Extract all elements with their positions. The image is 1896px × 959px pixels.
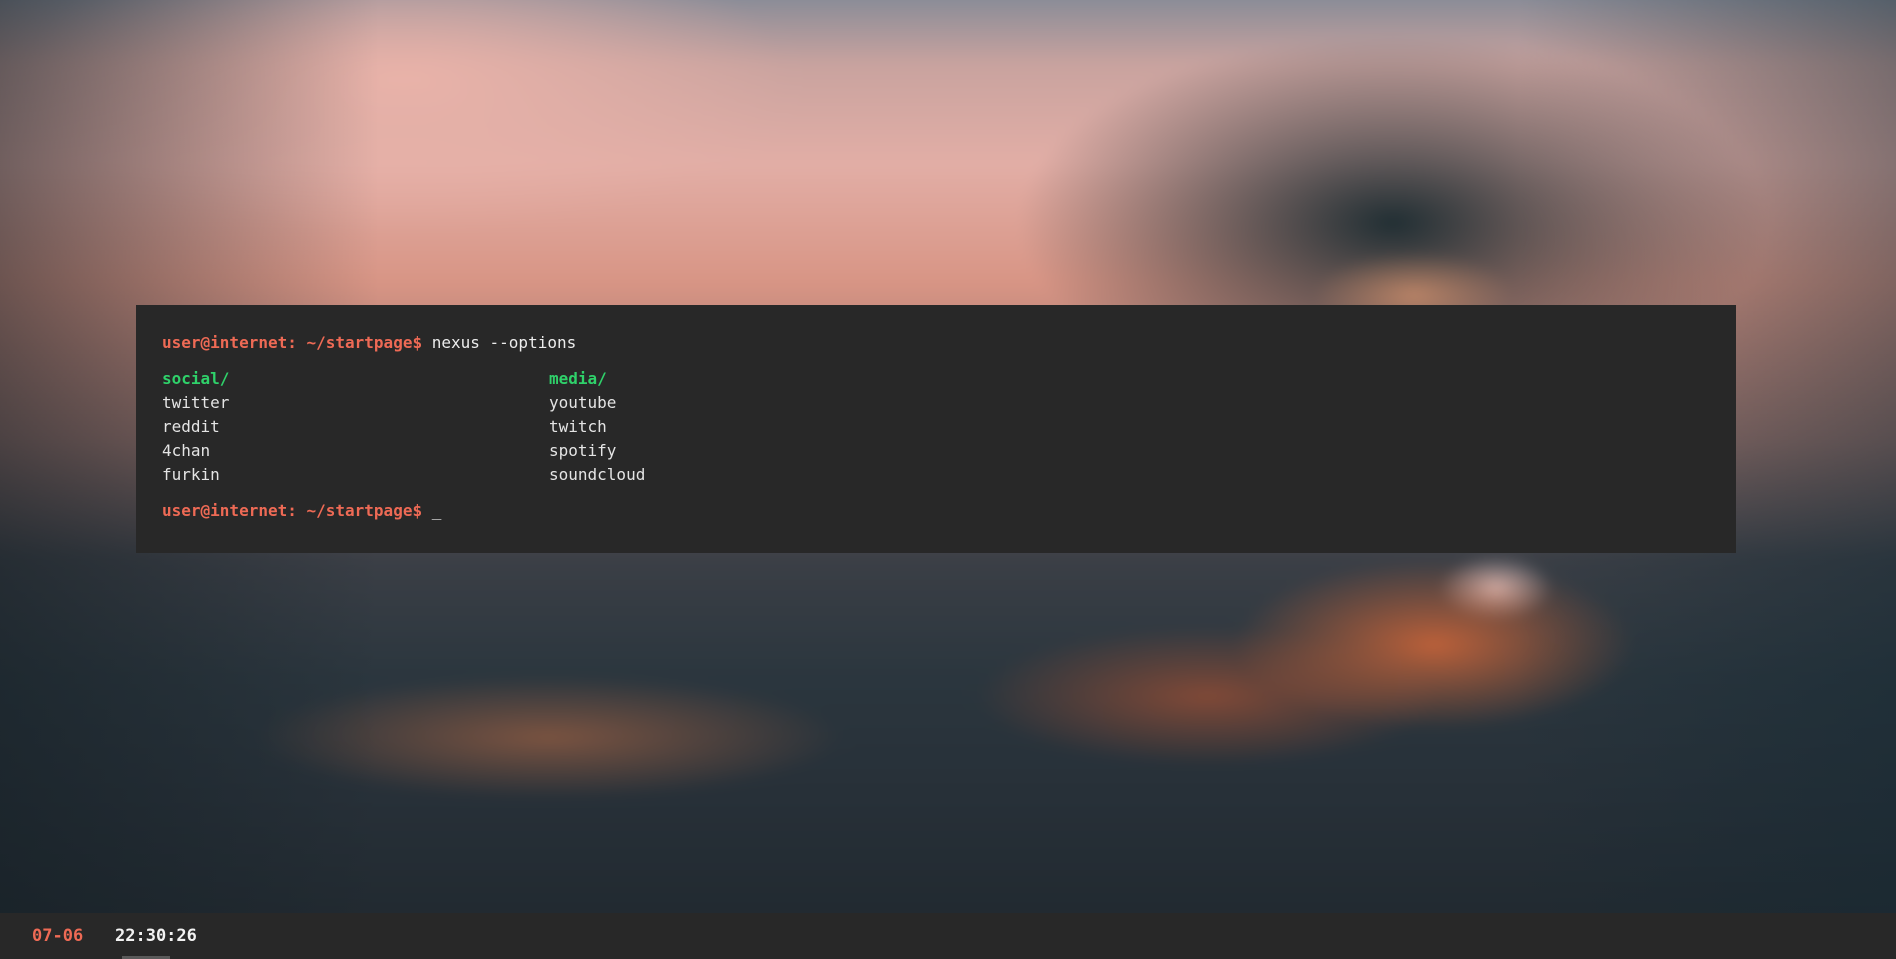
column-social: social/ twitter reddit 4chan furkin [162,367,549,487]
status-bar: 07-06 22:30:26 [0,913,1896,959]
link-listing: social/ twitter reddit 4chan furkin medi… [162,367,1710,487]
link-twitter[interactable]: twitter [162,391,549,415]
terminal-window: user@internet: ~/startpage$ nexus --opti… [136,305,1736,553]
command-line: user@internet: ~/startpage$ nexus --opti… [162,331,1710,355]
directory-heading-social: social/ [162,369,230,388]
link-furkin[interactable]: furkin [162,463,549,487]
input-line[interactable]: user@internet: ~/startpage$ _ [162,499,1710,523]
date-display: 07-06 [32,926,84,946]
prompt: user@internet: ~/startpage$ [162,501,423,520]
command-text: nexus --options [431,333,577,352]
link-youtube[interactable]: youtube [549,391,936,415]
link-reddit[interactable]: reddit [162,415,549,439]
link-spotify[interactable]: spotify [549,439,936,463]
prompt: user@internet: ~/startpage$ [162,333,423,352]
directory-heading-media: media/ [549,369,607,388]
link-4chan[interactable]: 4chan [162,439,549,463]
text-cursor: _ [431,501,442,520]
link-soundcloud[interactable]: soundcloud [549,463,936,487]
column-media: media/ youtube twitch spotify soundcloud [549,367,936,487]
link-twitch[interactable]: twitch [549,415,936,439]
clock-display: 22:30:26 [115,926,197,946]
